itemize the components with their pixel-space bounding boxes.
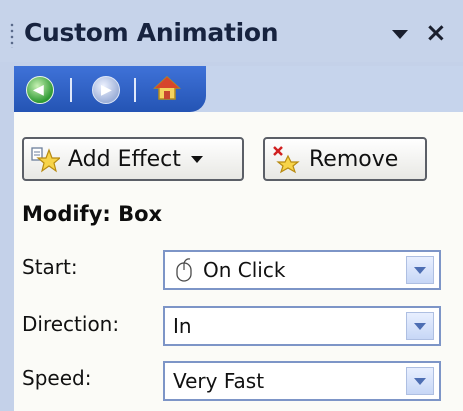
home-icon[interactable] xyxy=(153,74,181,102)
nav-separator xyxy=(70,78,72,102)
chevron-down-icon[interactable] xyxy=(406,312,434,340)
speed-label: Speed: xyxy=(22,366,92,390)
close-icon[interactable]: × xyxy=(425,20,447,46)
modify-title: Modify: Box xyxy=(22,202,163,226)
speed-value: Very Fast xyxy=(173,369,265,393)
chevron-down-icon xyxy=(190,155,203,163)
pane-title-bar: Custom Animation × xyxy=(0,0,463,62)
back-arrow-icon[interactable]: ◀ xyxy=(26,76,54,104)
chevron-down-icon[interactable] xyxy=(406,256,434,284)
start-select[interactable]: On Click xyxy=(163,250,441,290)
drag-grip-icon[interactable] xyxy=(10,22,14,48)
nav-separator xyxy=(134,78,136,102)
remove-button[interactable]: Remove xyxy=(263,137,427,181)
custom-animation-pane: Custom Animation × ◀ ▶ Add Effect Remove… xyxy=(0,0,463,411)
pane-title: Custom Animation xyxy=(24,18,279,47)
add-effect-button[interactable]: Add Effect xyxy=(22,137,244,181)
remove-label: Remove xyxy=(309,146,399,172)
direction-label: Direction: xyxy=(22,312,120,336)
add-effect-label: Add Effect xyxy=(68,146,181,172)
mouse-click-icon xyxy=(176,258,192,282)
speed-select[interactable]: Very Fast xyxy=(163,361,441,401)
chevron-down-icon[interactable] xyxy=(406,367,434,395)
forward-arrow-icon[interactable]: ▶ xyxy=(92,76,120,104)
direction-select[interactable]: In xyxy=(163,306,441,346)
pane-menu-chevron-down-icon[interactable] xyxy=(392,30,408,39)
add-effect-star-icon xyxy=(31,147,60,173)
start-value: On Click xyxy=(203,258,286,282)
direction-value: In xyxy=(173,314,192,338)
start-label: Start: xyxy=(22,255,78,279)
remove-effect-icon xyxy=(273,146,300,174)
